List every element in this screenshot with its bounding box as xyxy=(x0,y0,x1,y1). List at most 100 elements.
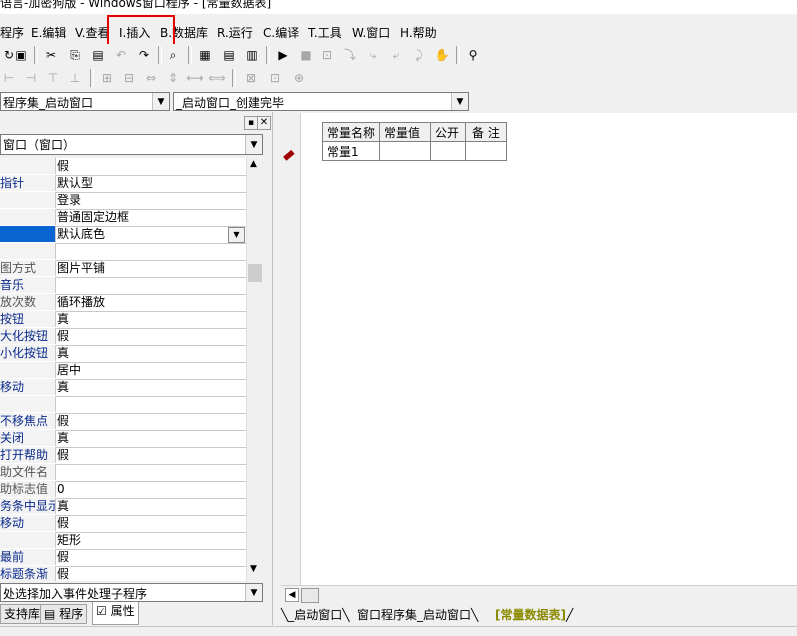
property-row[interactable]: 假 xyxy=(0,158,246,176)
property-row[interactable]: 最前假 xyxy=(0,549,246,567)
tab-window-assembly[interactable]: 窗口程序集_启动窗口╲ xyxy=(357,606,478,624)
chevron-down-icon[interactable]: ▼ xyxy=(245,135,262,154)
property-row[interactable]: 按钮真 xyxy=(0,311,246,329)
layout2-icon[interactable]: ▤ xyxy=(220,46,238,64)
property-value[interactable]: 假 xyxy=(57,328,69,344)
property-value[interactable]: 矩形 xyxy=(57,532,81,548)
stop-icon[interactable]: ■ xyxy=(297,46,315,64)
property-value[interactable]: 假 xyxy=(57,413,69,429)
hand-icon[interactable]: ✋ xyxy=(433,46,451,64)
property-scrollbar[interactable]: ▲ ▼ xyxy=(246,158,263,581)
layout1-icon[interactable]: ▦ xyxy=(196,46,214,64)
align-bottom-icon[interactable]: ⊟ xyxy=(120,69,138,87)
layout3-icon[interactable]: ▥ xyxy=(243,46,261,64)
property-value[interactable]: 登录 xyxy=(57,192,81,208)
property-row[interactable]: 图方式 图片平铺 xyxy=(0,260,246,278)
property-row[interactable]: 矩形 xyxy=(0,532,246,550)
editor-hscroll[interactable]: ◀ xyxy=(281,585,797,603)
property-row[interactable]: 音乐 xyxy=(0,277,246,295)
hspace-icon[interactable]: ⟷ xyxy=(186,69,204,87)
align-right-icon[interactable]: ⊤ xyxy=(44,69,62,87)
property-value[interactable]: 默认底色 xyxy=(57,226,105,242)
property-row[interactable]: 指针 默认型 xyxy=(0,175,246,193)
chevron-down-icon[interactable]: ▼ xyxy=(451,93,468,110)
step2-icon[interactable]: ⤵ xyxy=(341,46,359,64)
paste-icon[interactable]: ▤ xyxy=(89,46,107,64)
chevron-down-icon[interactable]: ▼ xyxy=(228,227,245,243)
menu-view[interactable]: V.查看 xyxy=(75,24,109,41)
property-value[interactable]: 循环播放 xyxy=(57,294,105,310)
undo-icon[interactable]: ↶ xyxy=(112,46,130,64)
chevron-down-icon[interactable]: ▼ xyxy=(245,584,262,601)
table-row[interactable]: 常量1 xyxy=(321,141,507,161)
binoculars-icon[interactable]: ⚲ xyxy=(464,46,482,64)
tab-constant-table[interactable]: [常量数据表]╱ xyxy=(495,606,573,624)
chevron-down-icon[interactable]: ▼ xyxy=(152,93,169,110)
property-value[interactable]: 假 xyxy=(57,566,69,581)
menu-tools[interactable]: T.工具 xyxy=(308,24,342,41)
cell-name[interactable]: 常量1 xyxy=(321,141,381,161)
property-row[interactable]: 普通固定边框 xyxy=(0,209,246,227)
property-row[interactable] xyxy=(0,243,246,261)
property-value[interactable]: 真 xyxy=(57,311,69,327)
property-value[interactable]: 假 xyxy=(57,515,69,531)
property-row[interactable]: 务条中显示真 xyxy=(0,498,246,516)
cell-value[interactable] xyxy=(379,141,432,161)
editor-area[interactable] xyxy=(277,113,797,585)
property-value[interactable]: 默认型 xyxy=(57,175,93,191)
property-value[interactable]: 图片平铺 xyxy=(57,260,105,276)
property-value[interactable]: 真 xyxy=(57,379,69,395)
step5-icon[interactable]: ⤸ xyxy=(410,46,428,64)
property-row[interactable]: 标题条渐假 xyxy=(0,566,246,581)
scroll-down-icon[interactable]: ▼ xyxy=(250,564,257,574)
property-row[interactable] xyxy=(0,396,246,414)
cut-icon[interactable]: ✂ xyxy=(42,46,60,64)
property-row[interactable]: 助文件名 xyxy=(0,464,246,482)
property-value[interactable]: 真 xyxy=(57,498,69,514)
find-icon[interactable]: ⌕ xyxy=(164,46,182,64)
same-height-icon[interactable]: ⇕ xyxy=(164,69,182,87)
tab-support-lib[interactable]: 支持库 xyxy=(0,604,45,624)
property-value[interactable]: 普通固定边框 xyxy=(57,209,129,225)
scroll-left-icon[interactable]: ◀ xyxy=(285,588,299,602)
menu-help[interactable]: H.帮助 xyxy=(400,24,437,41)
property-value[interactable]: 0 xyxy=(57,481,65,497)
menu-edit[interactable]: E.编辑 xyxy=(31,24,66,41)
save-icon[interactable]: ▣ xyxy=(12,46,30,64)
property-row[interactable]: 放次数 循环播放 xyxy=(0,294,246,312)
step3-icon[interactable]: ⤷ xyxy=(364,46,382,64)
step1-icon[interactable]: ⊡ xyxy=(318,46,336,64)
tab-program[interactable]: ▤ 程序 xyxy=(40,604,88,624)
property-row[interactable]: 默认底色 ▼ xyxy=(0,226,246,244)
property-row[interactable]: 移动真 xyxy=(0,379,246,397)
property-row[interactable]: 移动假 xyxy=(0,515,246,533)
scroll-thumb[interactable] xyxy=(301,588,319,603)
property-value[interactable]: 假 xyxy=(57,158,69,174)
menu-window[interactable]: W.窗口 xyxy=(352,24,390,41)
pin-icon[interactable]: ▪ xyxy=(244,116,258,130)
property-value[interactable]: 真 xyxy=(57,345,69,361)
property-row[interactable]: 打开帮助假 xyxy=(0,447,246,465)
property-row[interactable]: 助标志值 0 xyxy=(0,481,246,499)
property-row[interactable]: 关闭真 xyxy=(0,430,246,448)
cell-public[interactable] xyxy=(430,141,467,161)
same-width-icon[interactable]: ⇔ xyxy=(142,69,160,87)
property-row[interactable]: 小化按钮真 xyxy=(0,345,246,363)
property-row[interactable]: 大化按钮假 xyxy=(0,328,246,346)
property-value[interactable]: 假 xyxy=(57,447,69,463)
class-combo[interactable]: 程序集_启动窗口 ▼ xyxy=(0,92,170,111)
property-value[interactable]: 假 xyxy=(57,549,69,565)
constant-table[interactable]: 常量名称 常量值 公开 备 注 常量1 xyxy=(321,122,507,161)
property-row[interactable]: 居中 xyxy=(0,362,246,380)
center-v-icon[interactable]: ⊡ xyxy=(266,69,284,87)
property-row[interactable]: 登录 xyxy=(0,192,246,210)
scroll-up-icon[interactable]: ▲ xyxy=(250,159,257,169)
menu-run[interactable]: R.运行 xyxy=(217,24,253,41)
align-center-icon[interactable]: ⊣ xyxy=(22,69,40,87)
property-row[interactable]: 不移焦点假 xyxy=(0,413,246,431)
property-value[interactable]: 真 xyxy=(57,430,69,446)
object-combo[interactable]: 窗口（窗口） ▼ xyxy=(0,134,263,155)
tab-startup-window[interactable]: ╲_启动窗口╲ xyxy=(281,606,349,624)
align-top-icon[interactable]: ⊥ xyxy=(66,69,84,87)
redo-icon[interactable]: ↷ xyxy=(135,46,153,64)
